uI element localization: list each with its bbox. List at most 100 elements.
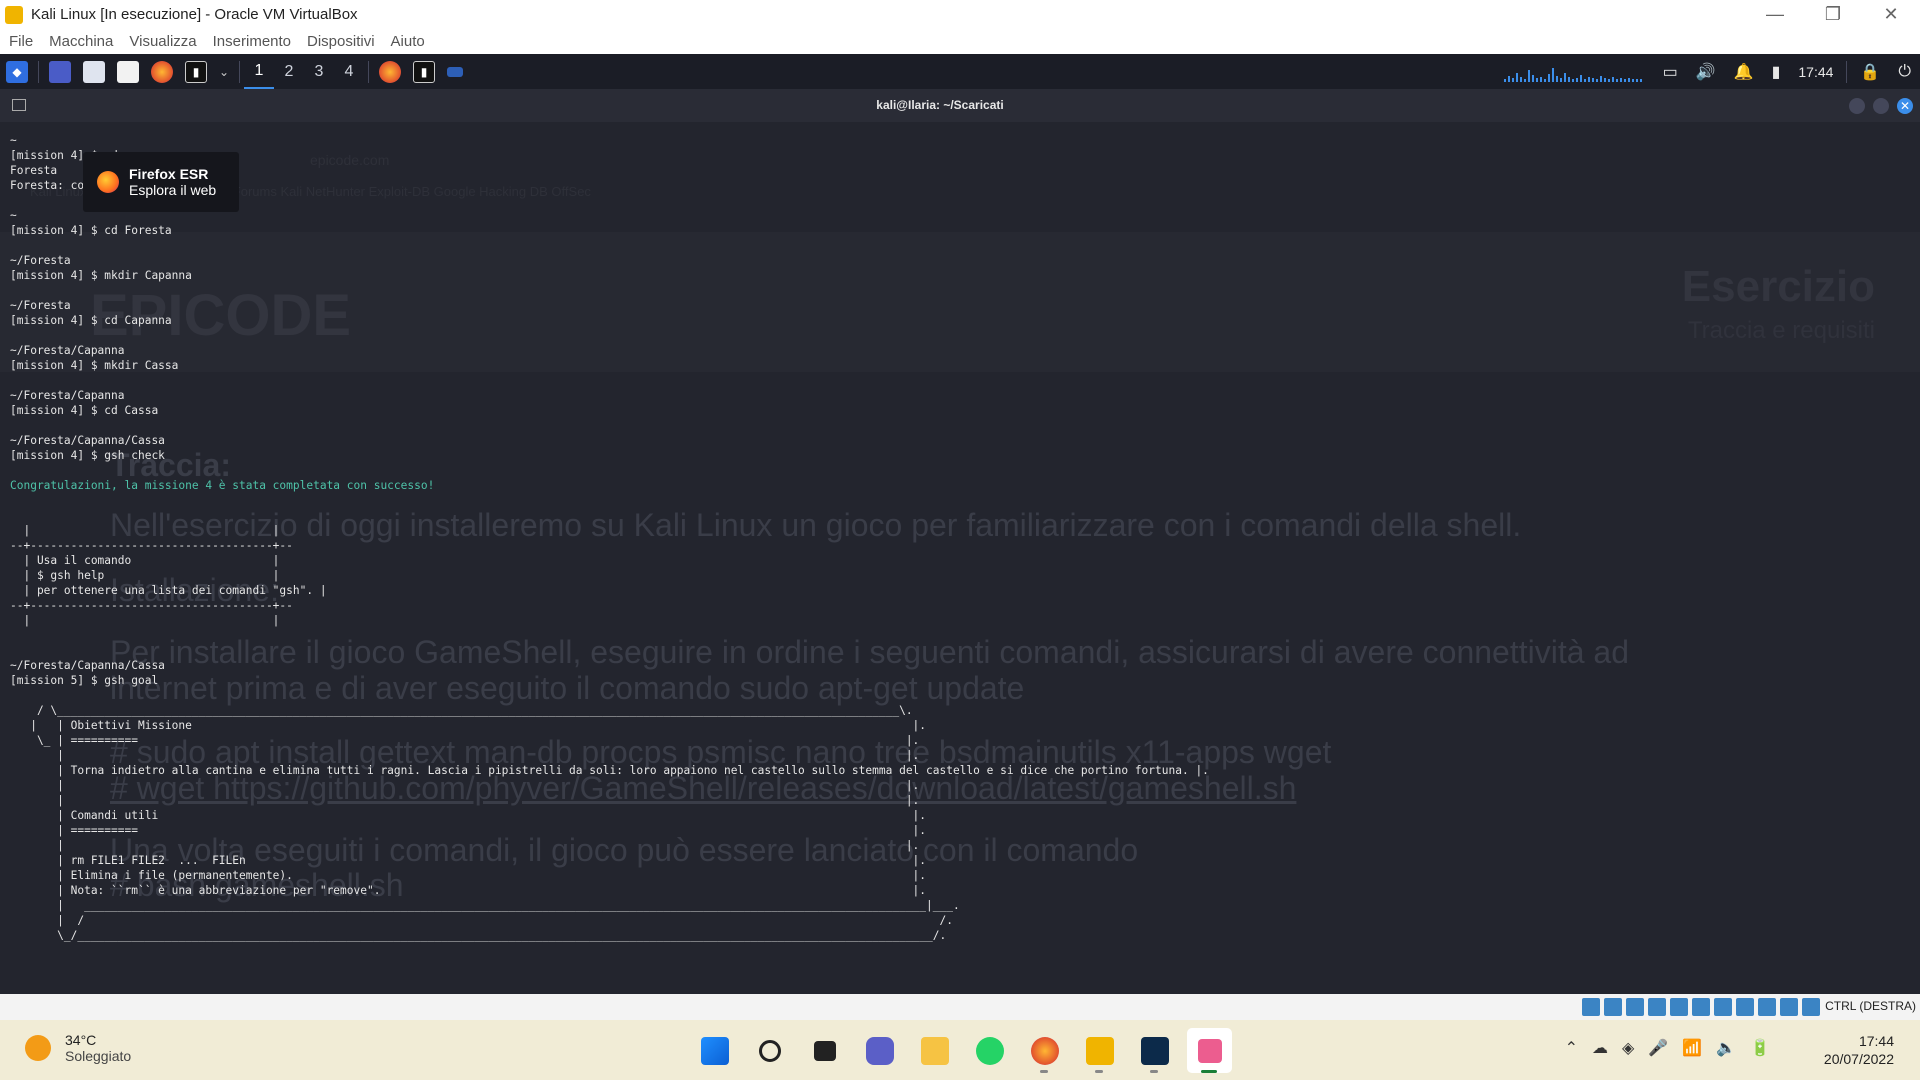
onedrive-icon[interactable]: ☁ — [1592, 1038, 1608, 1058]
firefox-icon — [1030, 1036, 1059, 1065]
cpu-graph-bar — [1535, 77, 1538, 82]
audio-icon[interactable] — [1626, 998, 1644, 1016]
menu-file[interactable]: File — [9, 33, 33, 50]
cpu-graph-bar — [1551, 67, 1554, 82]
firefox-icon[interactable] — [151, 60, 173, 83]
usb-icon[interactable] — [1670, 998, 1688, 1016]
chat-icon — [865, 1036, 894, 1065]
workspace-1[interactable]: 1 — [244, 54, 274, 89]
taskbar-date: 20/07/2022 — [1823, 1051, 1894, 1067]
kali-menu-icon[interactable]: ◆ — [6, 60, 28, 83]
menu-macchina[interactable]: Macchina — [49, 33, 113, 50]
window-icon[interactable] — [447, 66, 463, 77]
terminal-line: [mission 4] $ cd ~ — [10, 149, 132, 162]
terminal-window-icon[interactable]: ▮ — [413, 60, 435, 83]
firefox-window-icon[interactable] — [379, 60, 401, 83]
taskbar-clock[interactable]: 17:44 20/07/2022 — [1824, 1032, 1894, 1068]
minimize-icon[interactable]: — — [1746, 0, 1804, 29]
virtualbox-title-bar: Kali Linux [In esecuzione] - Oracle VM V… — [0, 0, 1920, 29]
terminal-line: | |. — [10, 749, 920, 762]
speaker-icon[interactable]: 🔈 — [1716, 1038, 1736, 1058]
dropbox-icon[interactable]: ◈ — [1622, 1038, 1634, 1058]
volume-icon[interactable]: 🔊 — [1696, 62, 1716, 82]
shared-folders-icon[interactable] — [1692, 998, 1710, 1016]
menu-visualizza[interactable]: Visualizza — [129, 33, 196, 50]
panel-separator — [1846, 60, 1848, 83]
terminal-line: ~/Foresta/Capanna — [10, 389, 125, 402]
text-editor-icon[interactable] — [117, 60, 139, 83]
task-view-button[interactable] — [802, 1028, 847, 1073]
show-desktop-icon[interactable] — [49, 60, 71, 83]
mouse-integration-icon[interactable] — [1780, 998, 1798, 1016]
battery-icon[interactable]: ▮ — [1772, 62, 1781, 82]
file-explorer-button[interactable] — [912, 1028, 957, 1073]
window-title: Kali Linux [In esecuzione] - Oracle VM V… — [31, 6, 358, 23]
terminal-minimize-button[interactable] — [1849, 98, 1865, 114]
cpu-graph-bar — [1623, 78, 1626, 82]
cpu-graph-bar — [1547, 73, 1550, 82]
start-button[interactable] — [692, 1028, 737, 1073]
panel-clock[interactable]: 17:44 — [1798, 64, 1833, 80]
windows-taskbar: 34°C Soleggiato ⌃ ☁ ◈ 🎤 📶 🔈 🔋 17:44 20/0… — [0, 1020, 1920, 1080]
teams-chat-button[interactable] — [857, 1028, 902, 1073]
workspace-3[interactable]: 3 — [304, 54, 334, 89]
display-icon[interactable]: ▭ — [1663, 62, 1678, 82]
recording-icon[interactable] — [1736, 998, 1754, 1016]
keyboard-capture-icon[interactable] — [1802, 998, 1820, 1016]
terminal-line: ~/Foresta/Capanna — [10, 344, 125, 357]
cpu-graph-bar — [1523, 78, 1526, 82]
menu-dispositivi[interactable]: Dispositivi — [307, 33, 375, 50]
cpu-graph-bar — [1595, 78, 1598, 82]
task-view-icon — [813, 1040, 836, 1061]
close-icon[interactable]: ✕ — [1862, 0, 1920, 29]
battery-icon[interactable]: 🔋 — [1750, 1038, 1770, 1058]
cpu-graph-bar — [1511, 77, 1514, 82]
terminal-line: Congratulazioni, la missione 4 è stata c… — [10, 479, 435, 492]
terminal-icon[interactable]: ▮ — [185, 60, 207, 83]
chevron-up-icon[interactable]: ⌃ — [1565, 1038, 1578, 1058]
terminal-window[interactable]: kali@Ilaria: ~/Scaricati ✕ epicode.com K… — [0, 89, 1920, 994]
terminal-close-button[interactable]: ✕ — [1897, 98, 1913, 114]
snipping-tool-taskbar-button[interactable] — [1187, 1028, 1232, 1073]
lock-icon[interactable]: 🔒 — [1860, 62, 1880, 82]
terminal-maximize-button[interactable] — [1873, 98, 1889, 114]
terminal-line: | per ottenere una lista dei comandi "gs… — [10, 584, 327, 597]
cpu-status-icon[interactable] — [1758, 998, 1776, 1016]
search-button[interactable] — [747, 1028, 792, 1073]
microphone-muted-icon[interactable]: 🎤 — [1648, 1038, 1668, 1058]
terminal-output[interactable]: ~ [mission 4] $ cd ~ Foresta Foresta: comma… — [10, 133, 1910, 943]
display-settings-icon[interactable] — [1714, 998, 1732, 1016]
network-icon[interactable] — [1648, 998, 1666, 1016]
virtualbox-taskbar-button[interactable] — [1077, 1028, 1122, 1073]
webex-taskbar-button[interactable] — [1132, 1028, 1177, 1073]
menu-aiuto[interactable]: Aiuto — [391, 33, 425, 50]
cpu-graph-bar — [1527, 69, 1530, 82]
terminal-line: | Elimina i file (permanentemente). |. — [10, 869, 927, 882]
whatsapp-button[interactable] — [967, 1028, 1012, 1073]
taskbar-time: 17:44 — [1858, 1033, 1894, 1049]
virtualbox-status-bar: CTRL (DESTRA) — [0, 994, 1920, 1020]
menu-inserimento[interactable]: Inserimento — [213, 33, 291, 50]
hard-disk-icon[interactable] — [1582, 998, 1600, 1016]
weather-widget[interactable]: 34°C Soleggiato — [25, 1032, 131, 1064]
restore-icon[interactable]: ❐ — [1804, 0, 1862, 29]
file-manager-icon[interactable] — [83, 60, 105, 83]
search-icon — [758, 1039, 781, 1062]
logout-icon[interactable]: ⏻ — [1898, 63, 1911, 81]
vm-display[interactable]: ◆ ▮ ⌄ 1 2 3 4 ▮ ▭ 🔊 🔔 ▮ 17:44 🔒 ⏻ kali@I… — [0, 54, 1920, 994]
terminal-line: | ========== |. — [10, 824, 927, 837]
notification-bell-icon[interactable]: 🔔 — [1734, 62, 1754, 82]
chevron-down-icon[interactable]: ⌄ — [219, 61, 229, 83]
terminal-title: kali@Ilaria: ~/Scaricati — [876, 98, 1004, 112]
optical-drive-icon[interactable] — [1604, 998, 1622, 1016]
workspace-2[interactable]: 2 — [274, 54, 304, 89]
wifi-icon[interactable]: 📶 — [1682, 1038, 1702, 1058]
workspace-4[interactable]: 4 — [334, 54, 364, 89]
firefox-taskbar-button[interactable] — [1022, 1028, 1067, 1073]
